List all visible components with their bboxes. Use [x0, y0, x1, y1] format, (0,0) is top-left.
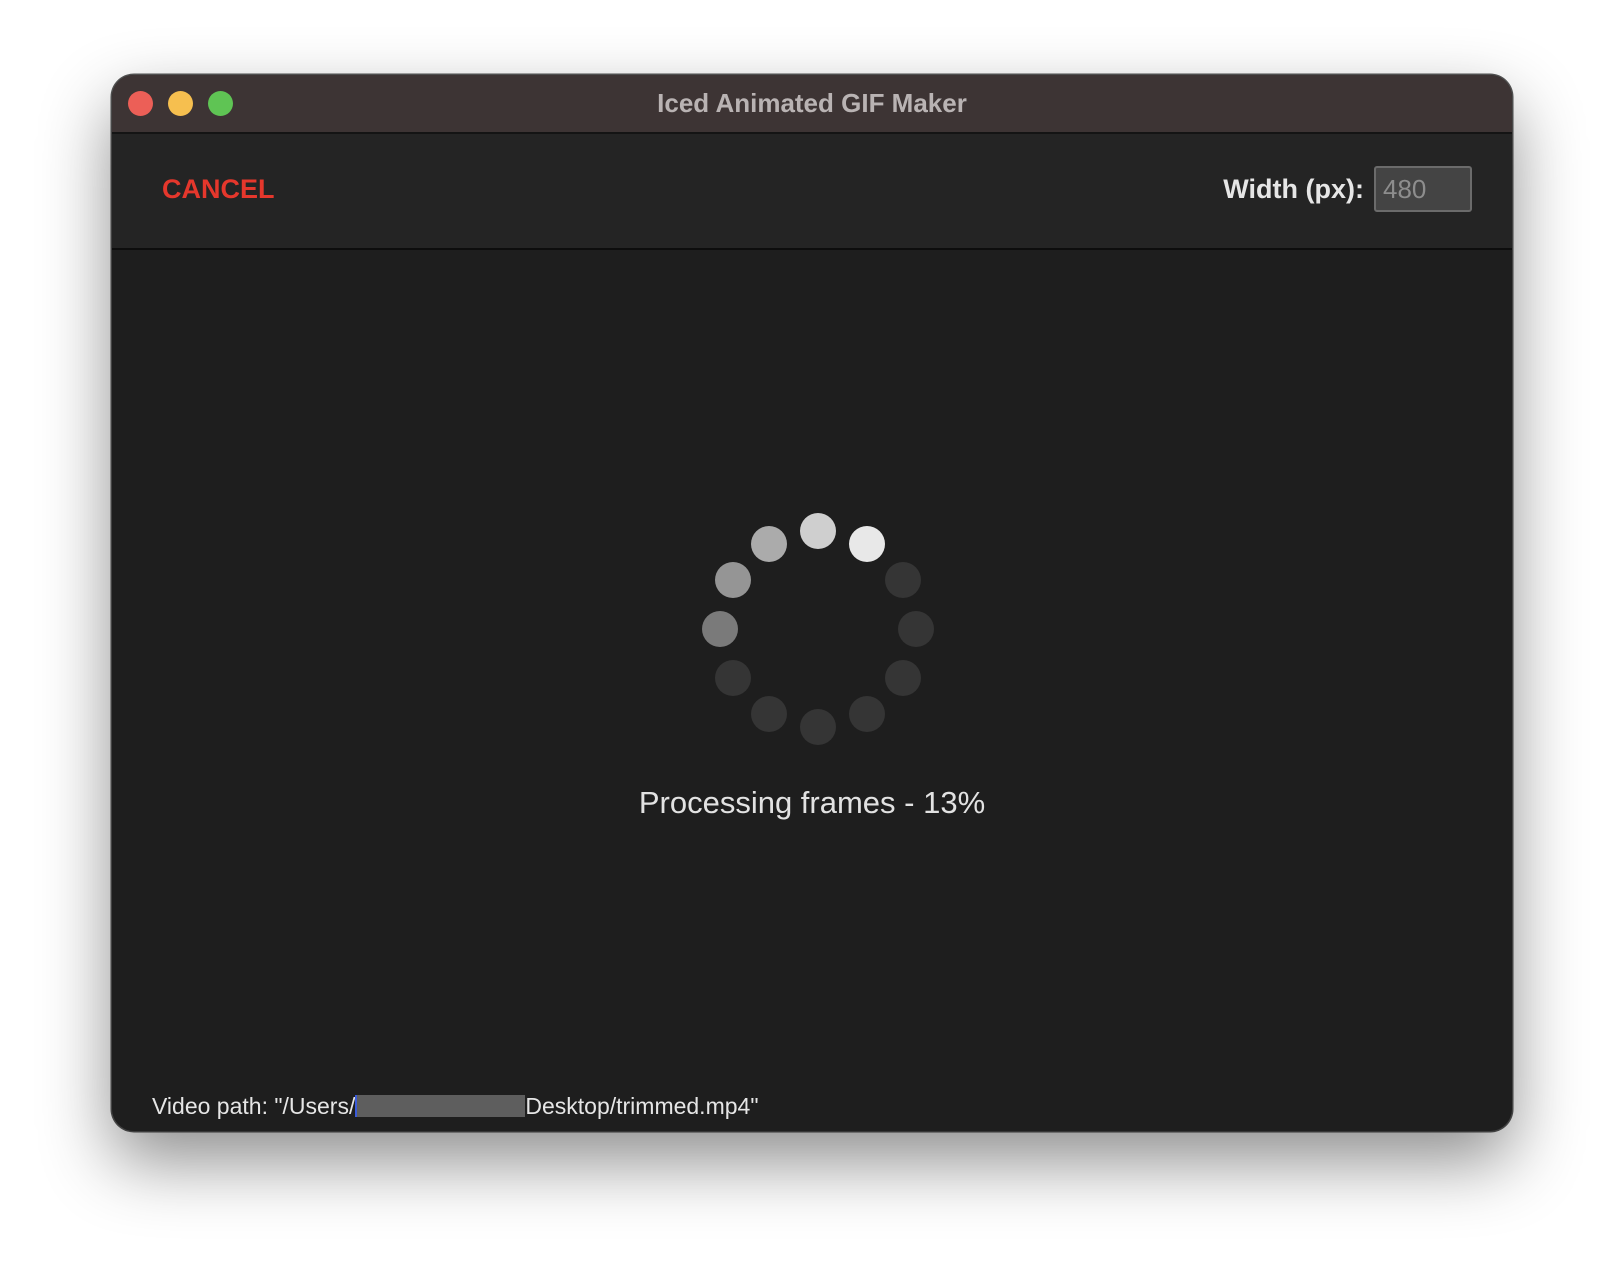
spinner-dot: [715, 660, 751, 696]
app-window: Iced Animated GIF Maker CANCEL Width (px…: [112, 75, 1512, 1131]
width-input[interactable]: [1374, 166, 1472, 212]
window-title: Iced Animated GIF Maker: [657, 88, 967, 118]
spinner-dot: [702, 611, 738, 647]
toolbar: CANCEL Width (px):: [112, 134, 1512, 250]
title-bar[interactable]: Iced Animated GIF Maker: [112, 75, 1512, 134]
video-path-suffix: Desktop/trimmed.mp4": [525, 1093, 759, 1119]
spinner-dot: [885, 660, 921, 696]
spinner-dot: [849, 696, 885, 732]
loading-spinner-icon: [702, 513, 934, 745]
spinner-dot: [885, 562, 921, 598]
cancel-button[interactable]: CANCEL: [162, 174, 275, 205]
processing-status: Processing frames - 13%: [638, 785, 986, 820]
spinner-dot: [849, 526, 885, 562]
video-path-prefix: Video path: "/Users/: [152, 1093, 356, 1119]
spinner-dot: [715, 562, 751, 598]
spinner-dot: [751, 696, 787, 732]
redacted-username: [355, 1095, 526, 1117]
video-path: Video path: "/Users/Desktop/trimmed.mp4": [152, 1093, 758, 1120]
spinner-dot: [751, 526, 787, 562]
spinner-dot: [800, 513, 836, 549]
spinner-dot: [898, 611, 934, 647]
spinner-dot: [800, 709, 836, 745]
width-label: Width (px):: [1223, 174, 1364, 204]
